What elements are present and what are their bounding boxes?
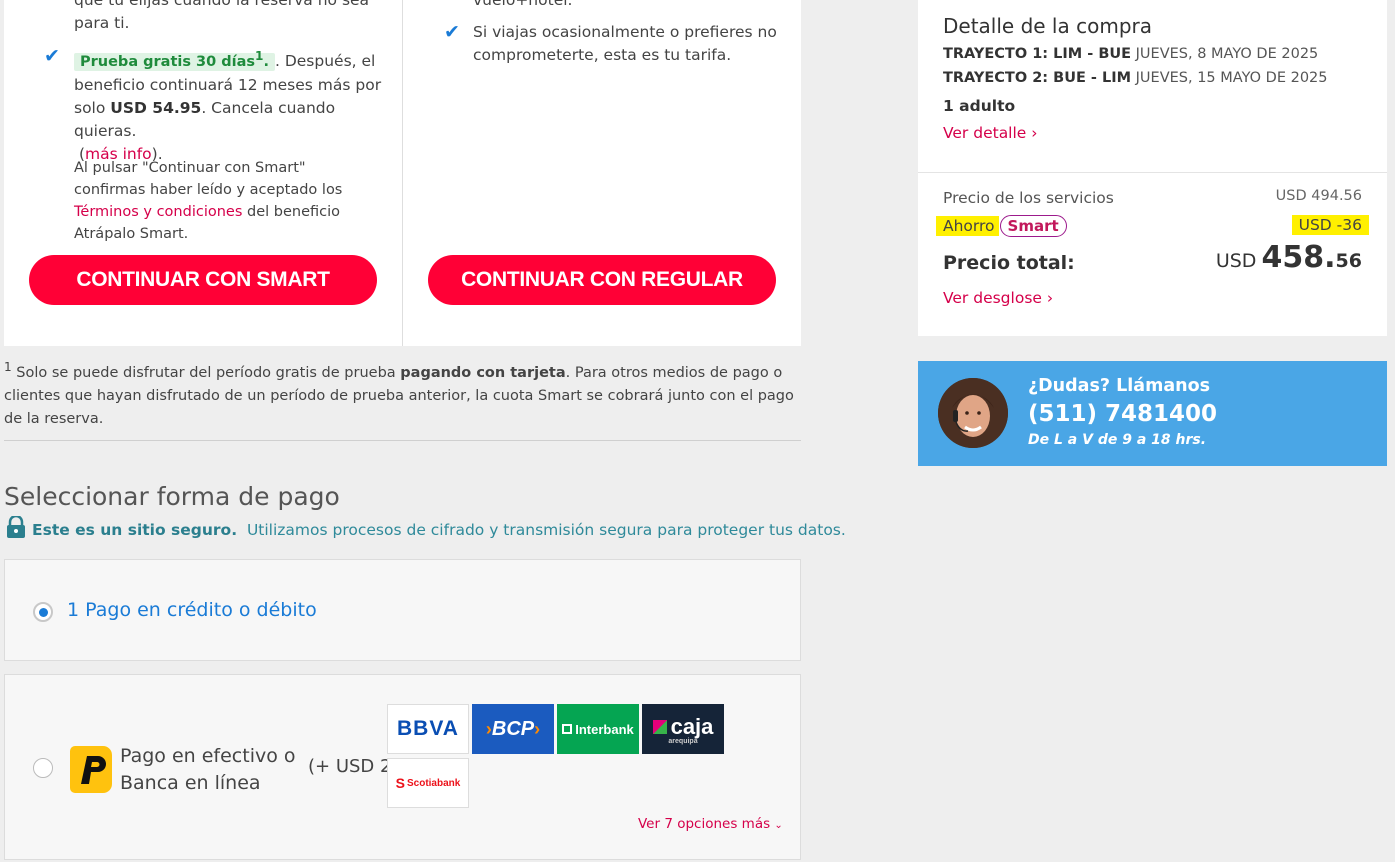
plan-cards: que tú elijas cuando la reserva no sea p… [4,0,801,346]
interbank-logo: Interbank [557,704,639,754]
total-label: Precio total: [943,252,1075,274]
continue-regular-button[interactable]: CONTINUAR CON REGULAR [428,255,776,305]
card-payment-radio[interactable] [33,602,53,622]
view-breakdown-link[interactable]: Ver desglose › [943,289,1053,307]
cash-payment-label[interactable]: Pago en efectivo o Banca en línea [120,743,296,797]
leg-2: TRAYECTO 2: BUE - LIM JUEVES, 15 MAYO DE… [943,70,1328,86]
cash-payment-radio[interactable] [33,758,53,778]
smart-trial-text: Prueba gratis 30 días1.. Después, el ben… [74,49,382,163]
savings-label: Ahorro [936,216,999,236]
purchase-summary: Detalle de la compra TRAYECTO 1: LIM - B… [918,0,1387,336]
help-contact-box[interactable]: ¿Dudas? Llámanos (511) 7481400 De L a V … [918,361,1387,466]
bcp-logo: › BCP › [472,704,554,754]
cash-surcharge: (+ USD 2) [308,756,399,777]
chevron-right-icon: › [1046,289,1054,307]
passenger-count: 1 adulto [943,97,1016,115]
smart-tag: Smart [999,215,1067,237]
terms-link[interactable]: Términos y condiciones [74,204,242,220]
bbva-logo: BBVA [387,704,469,754]
summary-separator [918,172,1387,173]
section-divider [4,440,801,441]
trial-footnote: 1 Solo se puede disfrutar del período gr… [4,360,794,427]
help-title: ¿Dudas? Llámanos [1028,376,1211,396]
total-price: USD 458.56 [1215,240,1362,275]
check-icon: ✔ [44,45,60,67]
caja-arequipa-logo: caja arequipa [642,704,724,754]
scotiabank-logo: S Scotiabank [387,758,469,808]
pagoefectivo-icon [69,744,113,796]
trial-badge: Prueba gratis 30 días1. [74,49,275,71]
more-options-link[interactable]: Ver 7 opciones más ⌄ [638,816,783,832]
card-payment-label[interactable]: 1 Pago en crédito o débito [67,599,317,621]
payment-option-card[interactable]: 1 Pago en crédito o débito [4,559,801,661]
plan-divider [402,0,403,346]
services-value: USD 494.56 [1275,188,1362,204]
view-detail-link[interactable]: Ver detalle › [943,124,1037,142]
savings-row: Ahorro Smart [936,215,1067,237]
agent-avatar [938,378,1008,448]
regular-top-text: vuelo+hotel. [473,0,573,9]
savings-value: USD -36 [1291,215,1369,235]
summary-title: Detalle de la compra [943,14,1152,38]
check-icon: ✔ [444,21,460,43]
chevron-down-icon: ⌄ [774,820,783,831]
smart-terms-text: Al pulsar "Continuar con Smart" confirma… [74,160,343,242]
payment-section-title: Seleccionar forma de pago [4,482,340,511]
regular-benefit-text: Si viajas ocasionalmente o prefieres no … [473,23,777,64]
secure-site-notice: Este es un sitio seguro. Utilizamos proc… [6,514,846,542]
smart-top-text: que tú elijas cuando la reserva no sea p… [74,0,370,32]
leg-1: TRAYECTO 1: LIM - BUE JUEVES, 8 MAYO DE … [943,46,1319,62]
help-phone[interactable]: (511) 7481400 [1028,401,1217,427]
continue-smart-button[interactable]: CONTINUAR CON SMART [29,255,377,305]
help-hours: De L a V de 9 a 18 hrs. [1028,432,1207,448]
chevron-right-icon: › [1031,124,1038,142]
lock-icon [6,514,26,542]
services-label: Precio de los servicios [943,189,1114,207]
payment-option-cash[interactable]: Pago en efectivo o Banca en línea (+ USD… [4,674,801,860]
